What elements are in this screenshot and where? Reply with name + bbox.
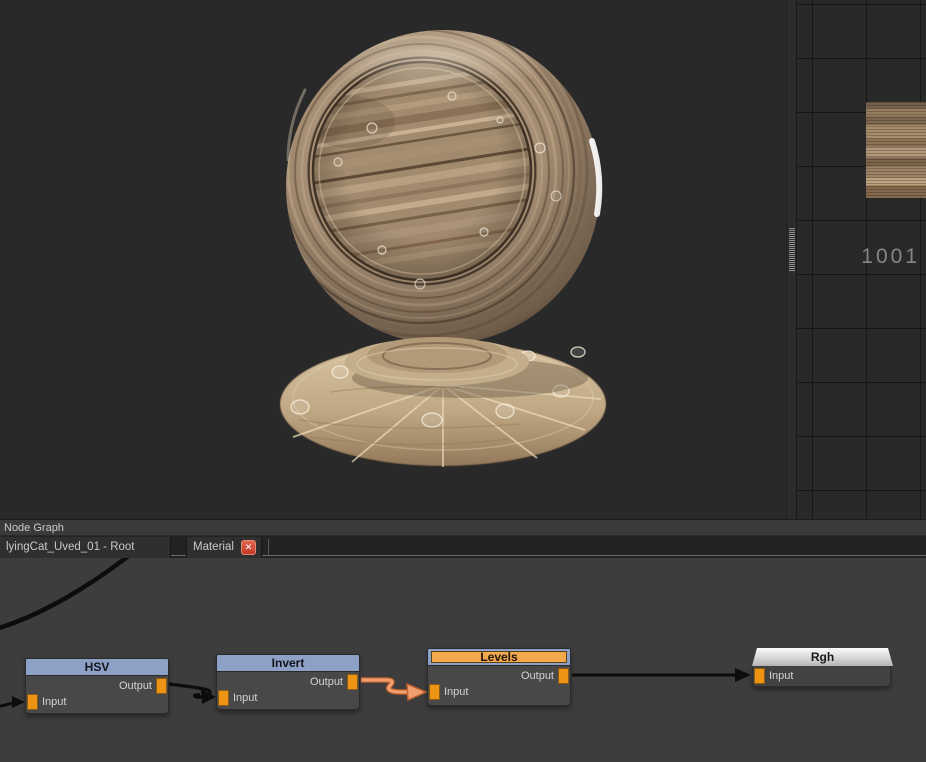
close-icon: ✕: [245, 542, 253, 552]
shader-ball: [0, 0, 786, 519]
wire-levels-rgh[interactable]: [572, 668, 751, 682]
input-port-label: Input: [444, 684, 468, 700]
splitter-grip-icon: [789, 228, 795, 272]
wire-into-hsv[interactable]: [0, 696, 25, 708]
wire-hsv-invert[interactable]: [169, 684, 216, 704]
node-body: Output Input: [25, 676, 169, 714]
close-tab-button[interactable]: ✕: [241, 540, 256, 555]
output-port-label: Output: [119, 678, 152, 694]
output-port[interactable]: [558, 668, 569, 684]
node-graph-canvas[interactable]: HSV Output Input Invert Output Input: [0, 558, 926, 762]
input-port-label: Input: [769, 668, 793, 684]
tab-label: lyingCat_Uved_01 - Root: [6, 541, 135, 553]
output-port[interactable]: [347, 674, 358, 690]
tabbar-edge: [262, 555, 926, 556]
application-window: 1001 Node Graph lyingCat_Uved_01 - Root …: [0, 0, 926, 762]
node-header: Rgh: [752, 648, 893, 666]
node-graph-titlebar: Node Graph: [0, 519, 926, 536]
input-port-label: Input: [42, 694, 66, 710]
input-port[interactable]: [429, 684, 440, 700]
node-body: Input: [752, 666, 891, 687]
shader-ball-sphere: [257, 6, 600, 344]
output-port-label: Output: [521, 668, 554, 684]
node-graph-title: Node Graph: [4, 522, 64, 534]
input-port[interactable]: [27, 694, 38, 710]
output-port[interactable]: [156, 678, 167, 694]
node-hsv[interactable]: HSV Output Input: [25, 658, 169, 714]
uv-viewport[interactable]: 1001: [797, 0, 926, 519]
input-port[interactable]: [754, 668, 765, 684]
node-header: HSV: [25, 658, 169, 676]
wire-invert-levels[interactable]: [361, 680, 426, 700]
node-header: Invert: [216, 654, 360, 672]
udim-label: 1001: [812, 245, 920, 269]
node-levels[interactable]: Levels Output Input: [427, 648, 571, 706]
node-invert[interactable]: Invert Output Input: [216, 654, 360, 710]
input-port[interactable]: [218, 690, 229, 706]
node-body: Output Input: [427, 666, 571, 706]
node-graph-tabbar: lyingCat_Uved_01 - Root Material ✕: [0, 536, 926, 558]
tab-label: Material: [193, 541, 234, 553]
tab-separator: [268, 539, 269, 556]
material-preview-viewport[interactable]: [0, 0, 786, 519]
uv-texture-tile: [866, 102, 926, 198]
selected-header: Levels: [431, 651, 567, 663]
panel-splitter[interactable]: [786, 0, 797, 519]
node-graph-panel: Node Graph lyingCat_Uved_01 - Root Mater…: [0, 519, 926, 762]
wire-upstream[interactable]: [0, 558, 131, 629]
input-port-label: Input: [233, 690, 257, 706]
tabbar-edge: [171, 555, 186, 556]
node-header: Levels: [427, 648, 571, 666]
output-port-label: Output: [310, 674, 343, 690]
tab-lyingcat-root[interactable]: lyingCat_Uved_01 - Root: [0, 537, 171, 558]
shader-ball-neck: [345, 337, 529, 386]
tab-material[interactable]: Material ✕: [186, 537, 262, 558]
node-rgh[interactable]: Rgh Input: [752, 648, 893, 687]
node-body: Output Input: [216, 672, 360, 710]
